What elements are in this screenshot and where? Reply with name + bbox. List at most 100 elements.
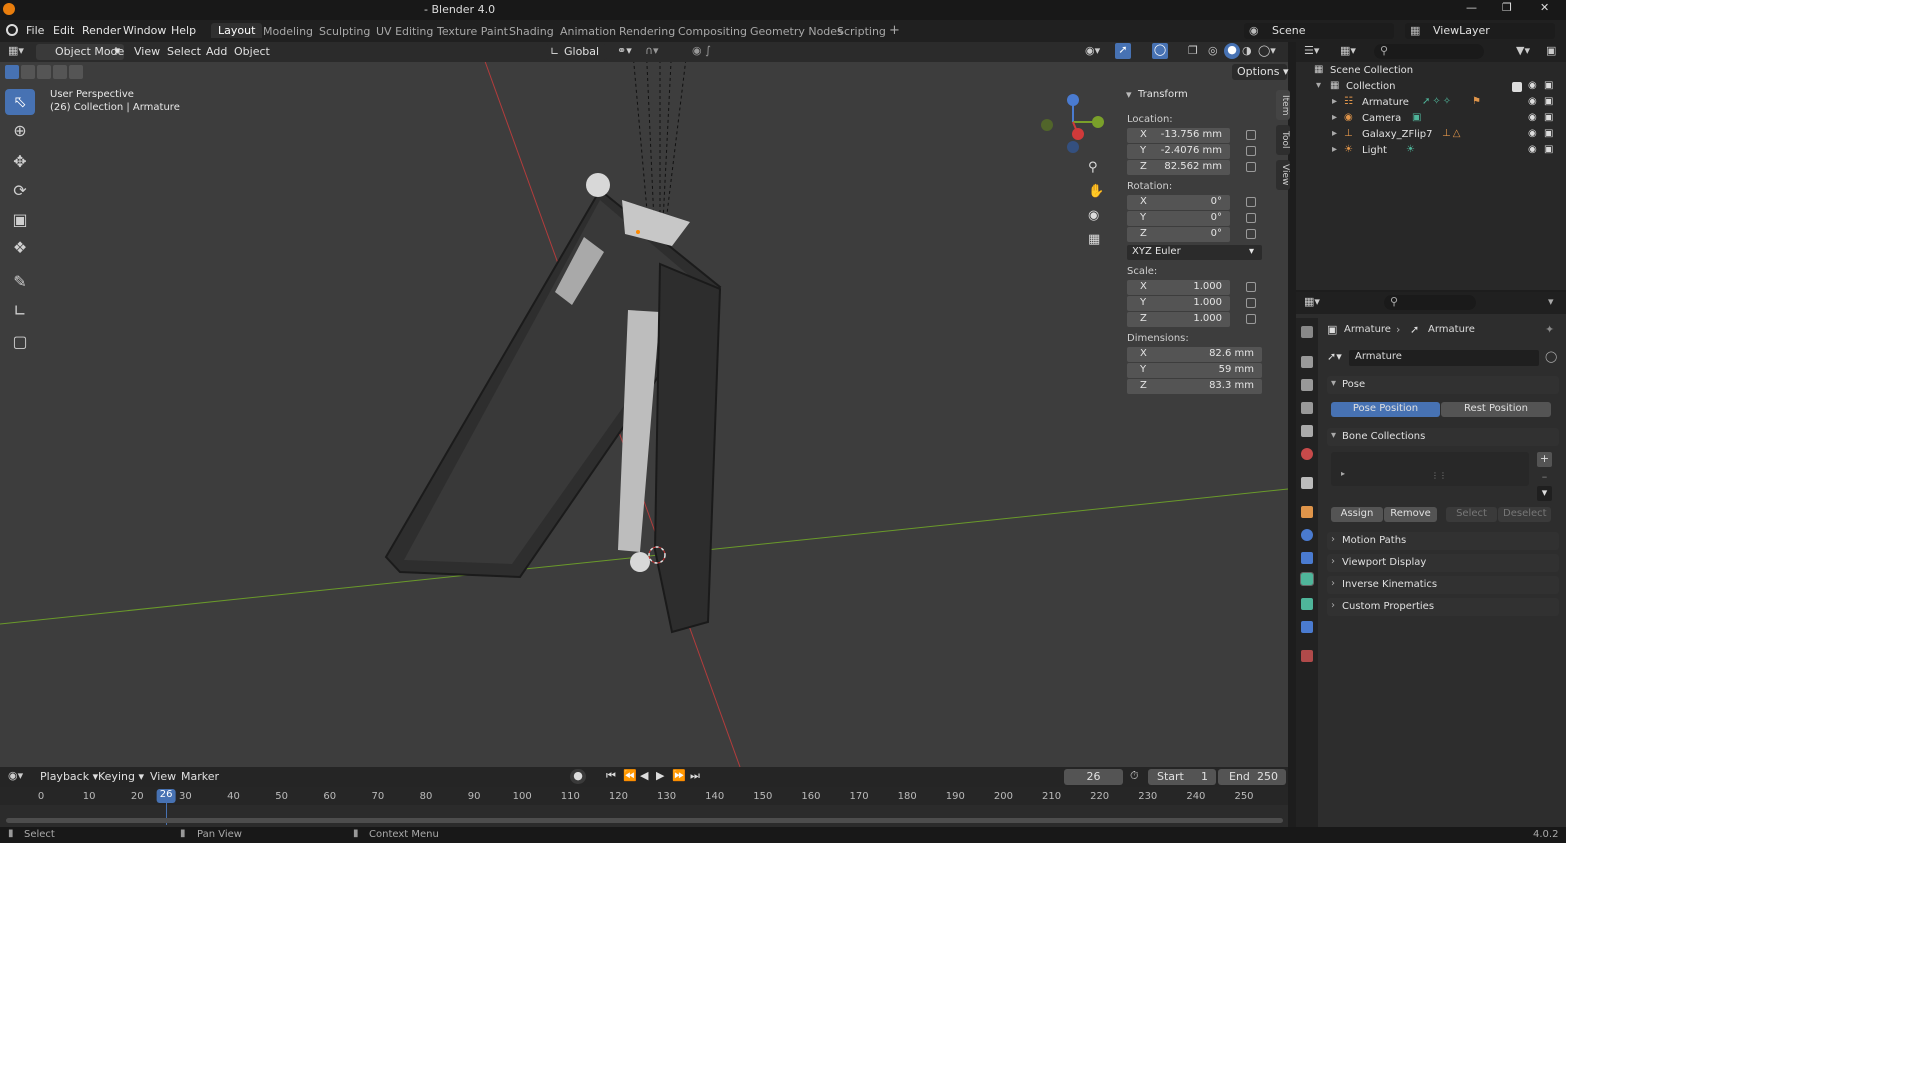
camera-render-icon[interactable]: ▣ <box>1544 144 1553 155</box>
bone-collection-menu-icon[interactable]: ▾ <box>1537 486 1552 501</box>
view-menu[interactable]: View <box>134 45 160 58</box>
lock-icon[interactable] <box>1246 146 1256 156</box>
tab-uv-editing[interactable]: UV Editing <box>376 25 433 38</box>
fake-user-shield-icon[interactable]: ◯ <box>1545 350 1557 363</box>
custom-properties-panel-header[interactable]: › Custom Properties <box>1327 598 1559 616</box>
assign-button[interactable]: Assign <box>1331 507 1383 522</box>
tab-layout[interactable]: Layout <box>211 23 263 38</box>
rotate-tool-icon[interactable]: ⟳ <box>5 178 35 204</box>
panel-collapse-icon[interactable]: ▾ <box>1126 88 1132 101</box>
expand-icon[interactable]: ▸ <box>1332 128 1337 139</box>
constraints-props-icon[interactable] <box>1301 552 1313 564</box>
outliner-scene-collection[interactable]: ▦ Scene Collection <box>1296 63 1566 79</box>
material-shading-icon[interactable]: ◑ <box>1242 44 1252 57</box>
camera-render-icon[interactable]: ▣ <box>1544 96 1553 107</box>
lock-icon[interactable] <box>1246 162 1256 172</box>
datablock-name-field[interactable]: Armature <box>1349 350 1539 366</box>
jump-start-icon[interactable]: ⏮ <box>606 769 616 783</box>
current-frame-field[interactable]: 26 <box>1064 769 1123 785</box>
location-z-field[interactable]: Z 82.562 mm <box>1127 160 1230 175</box>
outliner-item-armature[interactable]: ▸ ☷ Armature ➚ ✧ ✧ ⚑ ◉ ▣ <box>1296 95 1566 111</box>
outliner-collection[interactable]: ▾ ▦ Collection ◉ ▣ <box>1296 79 1566 95</box>
timeline-scrollbar[interactable] <box>6 818 1283 823</box>
pose-position-button[interactable]: Pose Position <box>1331 402 1440 417</box>
tab-modeling[interactable]: Modeling <box>263 25 313 38</box>
select-new-icon[interactable] <box>5 65 19 79</box>
lock-icon[interactable] <box>1246 282 1256 292</box>
tab-geometry-nodes[interactable]: Geometry Nodes <box>750 25 843 38</box>
eye-icon[interactable]: ◉ <box>1528 128 1537 139</box>
dimensions-y-field[interactable]: Y 59 mm <box>1127 363 1262 378</box>
tool-props-icon[interactable] <box>1301 326 1313 338</box>
visibility-icon[interactable]: ◉▾ <box>1085 44 1100 57</box>
play-reverse-icon[interactable]: ◀ <box>640 769 648 782</box>
motion-paths-panel-header[interactable]: › Motion Paths <box>1327 532 1559 550</box>
viewport-display-panel-header[interactable]: › Viewport Display <box>1327 554 1559 572</box>
world-props-icon[interactable] <box>1301 448 1313 460</box>
outliner-item-camera[interactable]: ▸ ◉ Camera ▣ ◉ ▣ <box>1296 111 1566 127</box>
checkbox-icon[interactable] <box>1512 82 1522 92</box>
expand-icon[interactable]: ▾ <box>1316 80 1321 91</box>
editor-type-icon[interactable]: ☰▾ <box>1304 44 1319 57</box>
new-collection-icon[interactable]: ▣ <box>1546 44 1556 57</box>
bone-collections-panel-header[interactable]: ▾ Bone Collections <box>1327 428 1559 446</box>
tab-item[interactable]: Item <box>1276 90 1290 120</box>
filter-icon[interactable]: ▼▾ <box>1516 44 1530 57</box>
properties-search-field[interactable]: ⚲ <box>1384 295 1476 310</box>
select-menu[interactable]: Select <box>167 45 201 58</box>
physics-props-icon[interactable] <box>1301 529 1313 541</box>
select-extend-icon[interactable] <box>21 65 35 79</box>
solid-shading-icon[interactable]: ● <box>1224 43 1240 59</box>
play-icon[interactable]: ▶ <box>656 769 664 782</box>
tab-shading[interactable]: Shading <box>509 25 554 38</box>
editor-type-icon[interactable]: ◉▾ <box>8 769 23 782</box>
wireframe-shading-icon[interactable]: ◎ <box>1208 44 1218 57</box>
annotate-tool-icon[interactable]: ✎ <box>5 269 35 295</box>
render-props-icon[interactable] <box>1301 356 1313 368</box>
location-y-field[interactable]: Y -2.4076 mm <box>1127 144 1230 159</box>
datablock-selector[interactable]: ➚▾ Armature ◯ <box>1327 350 1559 366</box>
camera-render-icon[interactable]: ▣ <box>1544 112 1553 123</box>
end-frame-field[interactable]: End 250 <box>1218 769 1286 785</box>
rotation-x-field[interactable]: X 0° <box>1127 195 1230 210</box>
list-resize-grip-icon[interactable]: ⋮⋮ <box>1431 471 1447 480</box>
list-expand-icon[interactable]: ▸ <box>1341 469 1345 478</box>
viewport-3d[interactable]: User Perspective (26) Collection | Armat… <box>0 42 1288 767</box>
view-layer-selector[interactable]: ▦ ViewLayer <box>1405 23 1555 39</box>
next-keyframe-icon[interactable]: ⏩ <box>672 769 686 782</box>
jump-end-icon[interactable]: ⏭ <box>690 769 700 783</box>
lock-icon[interactable] <box>1246 213 1256 223</box>
tab-texture-paint[interactable]: Texture Paint <box>437 25 508 38</box>
close-icon[interactable]: ✕ <box>1540 1 1549 14</box>
object-menu[interactable]: Object <box>234 45 270 58</box>
texture-props-icon[interactable] <box>1301 650 1313 662</box>
add-cube-tool-icon[interactable]: ▢ <box>5 329 35 355</box>
select-box-tool-icon[interactable]: ⬁ <box>5 89 35 115</box>
menu-window[interactable]: Window <box>123 24 166 37</box>
lock-icon[interactable] <box>1246 130 1256 140</box>
scale-tool-icon[interactable]: ▣ <box>5 207 35 233</box>
menu-file[interactable]: File <box>26 24 44 37</box>
timeline-view-menu[interactable]: View <box>150 770 176 783</box>
selection-mode-buttons[interactable] <box>5 65 83 79</box>
output-props-icon[interactable] <box>1301 379 1313 391</box>
pin-icon[interactable]: ✦ <box>1545 323 1554 336</box>
tab-tool[interactable]: Tool <box>1276 125 1290 155</box>
menu-help[interactable]: Help <box>171 24 196 37</box>
outliner-item-light[interactable]: ▸ ☀ Light ☀ ◉ ▣ <box>1296 143 1566 159</box>
preview-range-icon[interactable]: ⏱ <box>1130 769 1139 783</box>
blender-menu-icon[interactable] <box>6 24 18 36</box>
start-frame-field[interactable]: Start 1 <box>1148 769 1216 785</box>
record-icon[interactable]: ● <box>570 769 586 784</box>
tab-rendering[interactable]: Rendering <box>619 25 675 38</box>
minimize-icon[interactable]: — <box>1466 1 1477 14</box>
prev-keyframe-icon[interactable]: ⏪ <box>623 769 637 782</box>
proportional-edit-icon[interactable]: ◉ ∫ <box>692 44 711 57</box>
rotation-z-field[interactable]: Z 0° <box>1127 227 1230 242</box>
chevron-down-icon[interactable]: ▾ <box>1548 295 1554 308</box>
dimensions-x-field[interactable]: X 82.6 mm <box>1127 347 1262 362</box>
camera-render-icon[interactable]: ▣ <box>1544 128 1553 139</box>
pivot-icon[interactable]: ⚭▾ <box>617 44 632 57</box>
keying-menu[interactable]: Keying ▾ <box>98 770 144 783</box>
object-props-icon[interactable] <box>1301 506 1313 518</box>
